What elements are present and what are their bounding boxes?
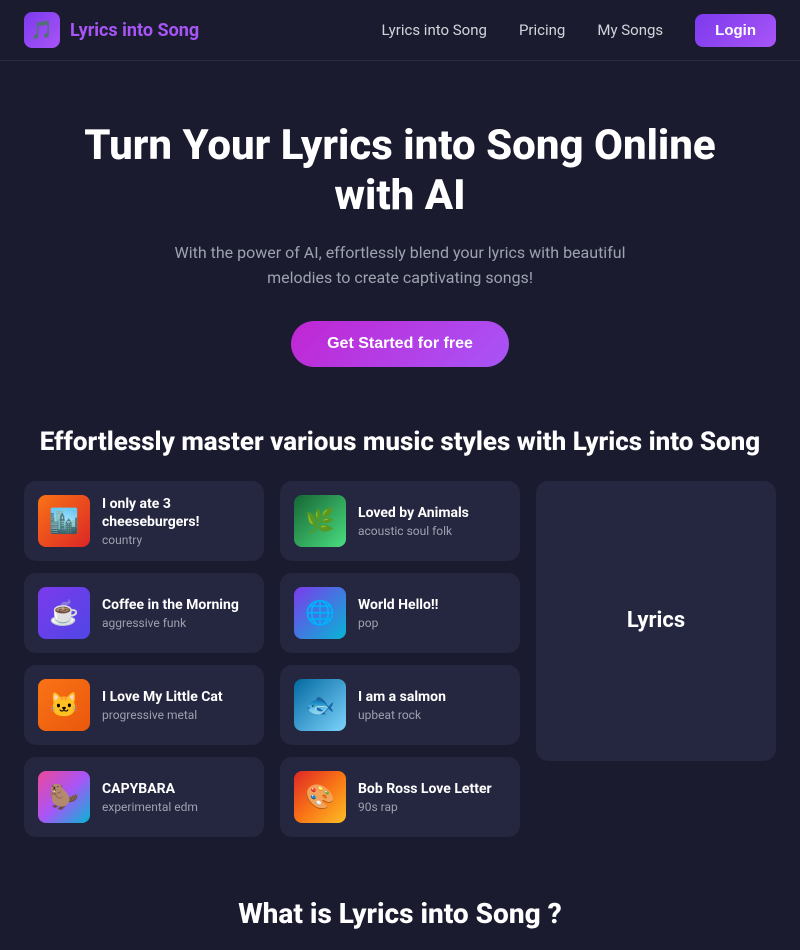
song-info: CAPYBARA experimental edm bbox=[102, 780, 250, 814]
song-thumbnail: 🏙️ bbox=[38, 495, 90, 547]
brand-icon: 🎵 bbox=[24, 12, 60, 48]
song-thumbnail: 🌐 bbox=[294, 587, 346, 639]
song-genre: pop bbox=[358, 616, 506, 630]
song-genre: experimental edm bbox=[102, 800, 250, 814]
song-title: Bob Ross Love Letter bbox=[358, 780, 506, 798]
song-title: World Hello!! bbox=[358, 596, 506, 614]
song-info: I only ate 3 cheeseburgers! country bbox=[102, 495, 250, 547]
styles-section-title: Effortlessly master various music styles… bbox=[0, 417, 800, 481]
nav-link-pricing[interactable]: Pricing bbox=[519, 21, 565, 39]
nav-link-home[interactable]: Lyrics into Song bbox=[382, 21, 487, 39]
song-genre: progressive metal bbox=[102, 708, 250, 722]
brand: 🎵 Lyrics into Song bbox=[24, 12, 199, 48]
login-button[interactable]: Login bbox=[695, 14, 776, 47]
list-item[interactable]: 🦫 CAPYBARA experimental edm bbox=[24, 757, 264, 837]
song-thumbnail: 🦫 bbox=[38, 771, 90, 823]
song-info: Coffee in the Morning aggressive funk bbox=[102, 596, 250, 630]
hero-section: Turn Your Lyrics into Song Online with A… bbox=[0, 61, 800, 417]
list-item[interactable]: 🐱 I Love My Little Cat progressive metal bbox=[24, 665, 264, 745]
list-item[interactable]: 🏙️ I only ate 3 cheeseburgers! country bbox=[24, 481, 264, 561]
hero-title: Turn Your Lyrics into Song Online with A… bbox=[80, 121, 720, 222]
song-thumbnail: 🐱 bbox=[38, 679, 90, 731]
song-thumbnail: 🐟 bbox=[294, 679, 346, 731]
song-info: I am a salmon upbeat rock bbox=[358, 688, 506, 722]
cards-grid: 🏙️ I only ate 3 cheeseburgers! country ☕… bbox=[0, 481, 800, 867]
song-info: World Hello!! pop bbox=[358, 596, 506, 630]
song-genre: 90s rap bbox=[358, 800, 506, 814]
nav-links: Lyrics into Song Pricing My Songs Login bbox=[382, 14, 776, 47]
song-title: CAPYBARA bbox=[102, 780, 250, 798]
lyrics-panel: Lyrics bbox=[536, 481, 776, 761]
navbar: 🎵 Lyrics into Song Lyrics into Song Pric… bbox=[0, 0, 800, 61]
bottom-section: What is Lyrics into Song ? bbox=[0, 867, 800, 950]
song-thumbnail: 🎨 bbox=[294, 771, 346, 823]
column-3: Lyrics bbox=[536, 481, 776, 837]
song-title: Coffee in the Morning bbox=[102, 596, 250, 614]
bottom-title: What is Lyrics into Song ? bbox=[40, 897, 760, 930]
nav-link-mysongs[interactable]: My Songs bbox=[597, 21, 663, 39]
column-2: 🌿 Loved by Animals acoustic soul folk 🌐 … bbox=[280, 481, 520, 837]
list-item[interactable]: 🎨 Bob Ross Love Letter 90s rap bbox=[280, 757, 520, 837]
song-title: I am a salmon bbox=[358, 688, 506, 706]
cta-button[interactable]: Get Started for free bbox=[291, 321, 509, 367]
list-item[interactable]: 🌐 World Hello!! pop bbox=[280, 573, 520, 653]
song-info: Loved by Animals acoustic soul folk bbox=[358, 504, 506, 538]
song-genre: acoustic soul folk bbox=[358, 524, 506, 538]
list-item[interactable]: 🐟 I am a salmon upbeat rock bbox=[280, 665, 520, 745]
brand-name: Lyrics into Song bbox=[70, 20, 199, 41]
hero-subtitle: With the power of AI, effortlessly blend… bbox=[140, 240, 660, 291]
brand-icon-symbol: 🎵 bbox=[31, 20, 53, 41]
song-thumbnail: 🌿 bbox=[294, 495, 346, 547]
list-item[interactable]: 🌿 Loved by Animals acoustic soul folk bbox=[280, 481, 520, 561]
song-info: Bob Ross Love Letter 90s rap bbox=[358, 780, 506, 814]
song-thumbnail: ☕ bbox=[38, 587, 90, 639]
song-genre: aggressive funk bbox=[102, 616, 250, 630]
column-1: 🏙️ I only ate 3 cheeseburgers! country ☕… bbox=[24, 481, 264, 837]
song-info: I Love My Little Cat progressive metal bbox=[102, 688, 250, 722]
song-title: I Love My Little Cat bbox=[102, 688, 250, 706]
list-item[interactable]: ☕ Coffee in the Morning aggressive funk bbox=[24, 573, 264, 653]
song-genre: upbeat rock bbox=[358, 708, 506, 722]
song-genre: country bbox=[102, 533, 250, 547]
song-title: I only ate 3 cheeseburgers! bbox=[102, 495, 250, 531]
song-title: Loved by Animals bbox=[358, 504, 506, 522]
brand-text-accent: Song bbox=[158, 20, 200, 41]
brand-text-plain: Lyrics into bbox=[70, 20, 158, 41]
lyrics-panel-label: Lyrics bbox=[627, 608, 685, 633]
